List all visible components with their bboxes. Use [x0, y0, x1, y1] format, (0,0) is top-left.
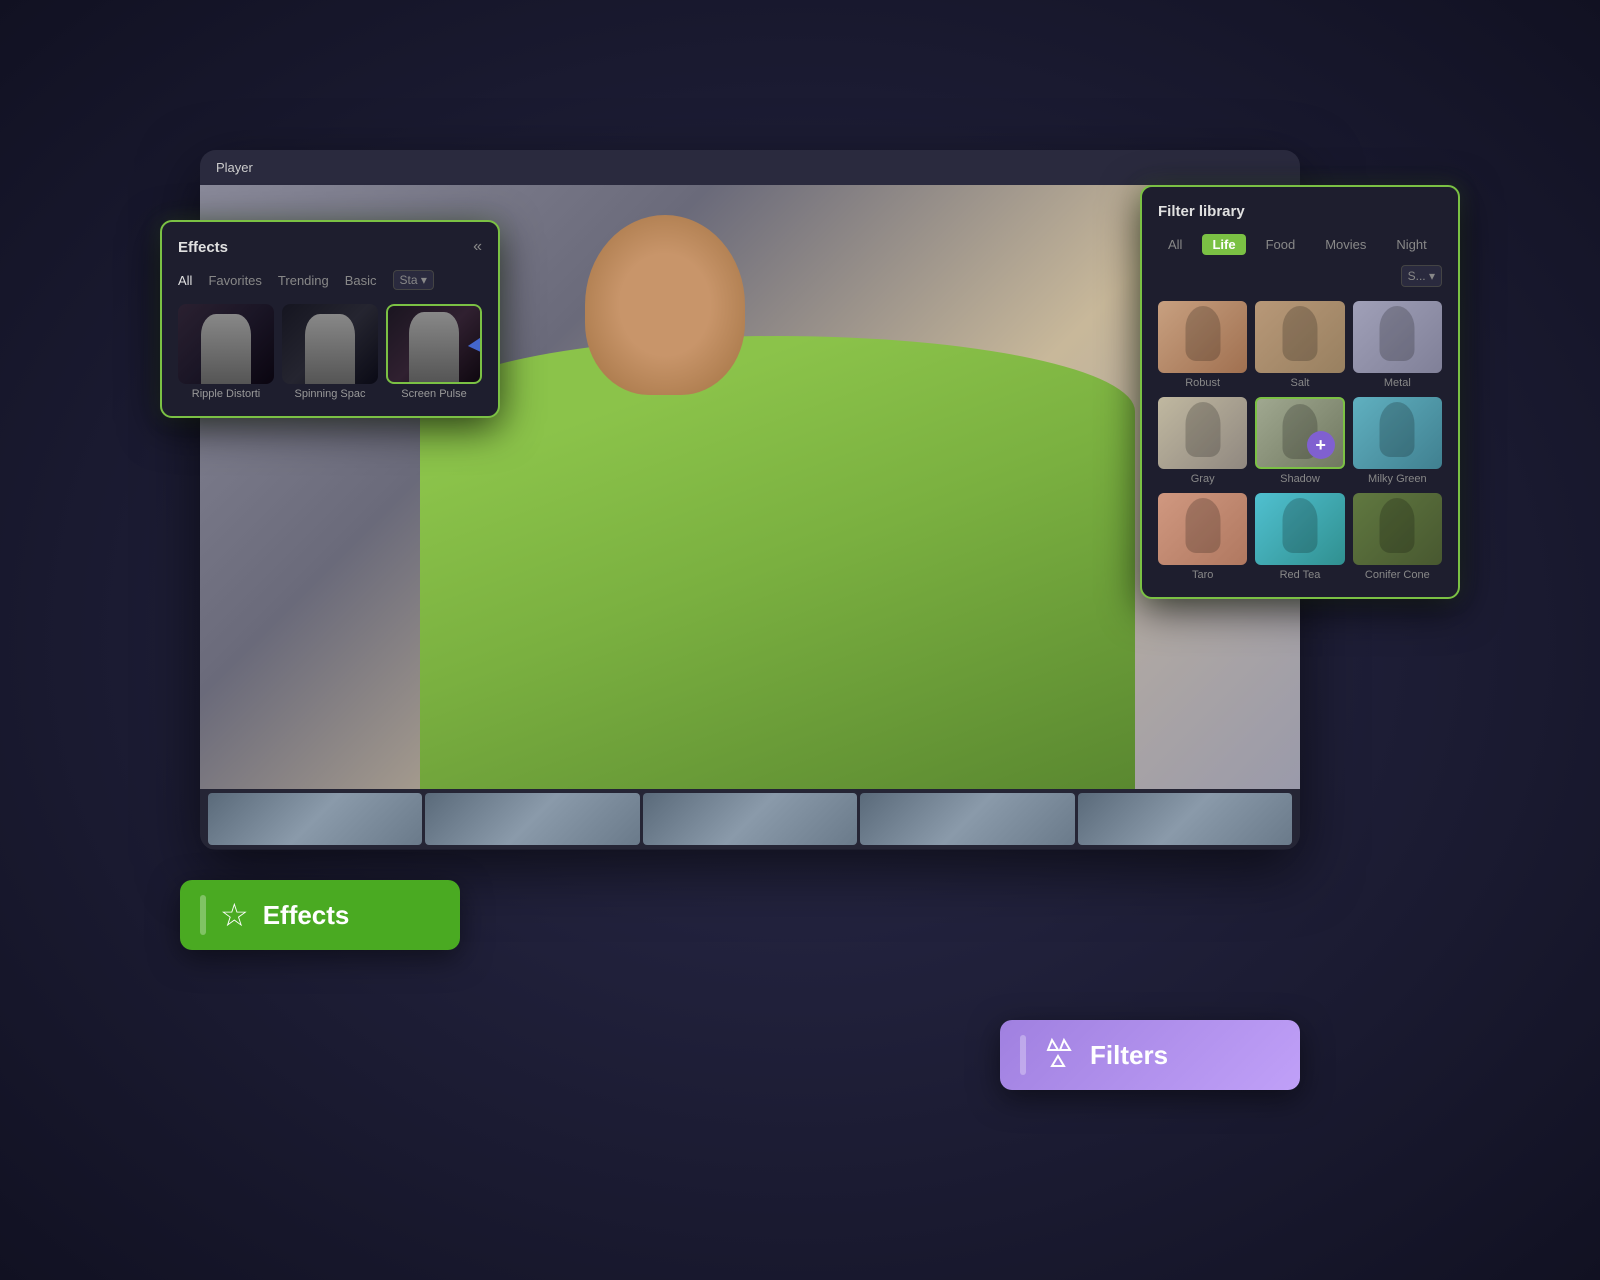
filter-item-taro[interactable]: Taro: [1158, 493, 1247, 581]
filter-item-redtea[interactable]: Red Tea: [1255, 493, 1344, 581]
effects-grid: Ripple Distorti Spinning Spac Screen Pul…: [178, 304, 482, 400]
filter-thumb-taro: [1158, 493, 1247, 565]
person-robust: [1185, 306, 1220, 361]
effect-label-ripple: Ripple Distorti: [178, 388, 274, 400]
filters-recycle-icon: [1040, 1034, 1076, 1077]
filter-thumb-milkygreen: [1353, 397, 1442, 469]
person-metal: [1380, 306, 1415, 361]
player-titlebar: Player: [200, 150, 1300, 185]
filter-item-conifercone[interactable]: Conifer Cone: [1353, 493, 1442, 581]
filters-badge-label: Filters: [1090, 1040, 1168, 1071]
strip-thumb-4: [860, 793, 1074, 845]
figure-spinning: [305, 314, 355, 384]
filter-label-shadow: Shadow: [1255, 473, 1344, 485]
effect-item-spinning[interactable]: Spinning Spac: [282, 304, 378, 400]
filter-tab-movies[interactable]: Movies: [1315, 234, 1376, 255]
effect-thumb-ripple: [178, 304, 274, 384]
person-conifercone: [1380, 498, 1415, 553]
person-milkygreen: [1380, 402, 1415, 457]
scene: Player Effects « All Favorites Trending: [100, 90, 1500, 1190]
effects-collapse-button[interactable]: «: [473, 238, 482, 256]
filter-thumb-robust: [1158, 301, 1247, 373]
player-title: Player: [216, 160, 253, 175]
effects-panel: Effects « All Favorites Trending Basic S…: [160, 220, 500, 418]
strip-thumb-3: [643, 793, 857, 845]
woman-head: [585, 215, 745, 395]
filter-add-button[interactable]: +: [1307, 431, 1335, 459]
cursor-arrow: [468, 328, 482, 356]
effect-label-screenpulse: Screen Pulse: [386, 388, 482, 400]
filter-label-gray: Gray: [1158, 473, 1247, 485]
filters-badge[interactable]: Filters: [1000, 1020, 1300, 1090]
effect-item-ripple[interactable]: Ripple Distorti: [178, 304, 274, 400]
timeline-strip: [200, 789, 1300, 849]
filter-panel-header: Filter library: [1158, 203, 1442, 220]
effects-panel-header: Effects «: [178, 238, 482, 256]
figure-screenpulse: [409, 312, 459, 382]
filter-item-shadow[interactable]: + Shadow: [1255, 397, 1344, 485]
strip-thumb-5: [1078, 793, 1292, 845]
effect-thumb-spinning: [282, 304, 378, 384]
effects-tab-more-dropdown[interactable]: Sta ▾: [393, 270, 434, 290]
filter-thumb-gray: [1158, 397, 1247, 469]
filter-label-robust: Robust: [1158, 377, 1247, 389]
strip-thumb-2: [425, 793, 639, 845]
filter-panel-title: Filter library: [1158, 203, 1245, 220]
effects-tab-basic[interactable]: Basic: [345, 271, 377, 290]
person-gray: [1185, 402, 1220, 457]
filter-item-salt[interactable]: Salt: [1255, 301, 1344, 389]
filter-thumb-salt: [1255, 301, 1344, 373]
effects-panel-title: Effects: [178, 239, 228, 256]
filter-label-metal: Metal: [1353, 377, 1442, 389]
filter-item-gray[interactable]: Gray: [1158, 397, 1247, 485]
filter-thumb-metal: [1353, 301, 1442, 373]
filter-tab-all[interactable]: All: [1158, 234, 1192, 255]
person-redtea: [1282, 498, 1317, 553]
effect-label-spinning: Spinning Spac: [282, 388, 378, 400]
effects-tab-favorites[interactable]: Favorites: [208, 271, 261, 290]
effect-thumb-screenpulse: [386, 304, 482, 384]
effects-badge-label: Effects: [263, 900, 350, 931]
filter-tab-food[interactable]: Food: [1256, 234, 1306, 255]
filter-label-redtea: Red Tea: [1255, 569, 1344, 581]
filter-label-milkygreen: Milky Green: [1353, 473, 1442, 485]
filter-thumb-shadow: +: [1255, 397, 1344, 469]
effects-badge-handle: [200, 895, 206, 935]
filter-item-milkygreen[interactable]: Milky Green: [1353, 397, 1442, 485]
person-taro: [1185, 498, 1220, 553]
effects-tabs: All Favorites Trending Basic Sta ▾: [178, 270, 482, 290]
filter-label-salt: Salt: [1255, 377, 1344, 389]
filter-label-taro: Taro: [1158, 569, 1247, 581]
strip-thumb-1: [208, 793, 422, 845]
filter-item-metal[interactable]: Metal: [1353, 301, 1442, 389]
woman-body: [420, 336, 1135, 789]
filter-tab-night[interactable]: Night: [1386, 234, 1436, 255]
filter-panel: Filter library All Life Food Movies Nigh…: [1140, 185, 1460, 599]
figure-ripple: [201, 314, 251, 384]
filter-item-robust[interactable]: Robust: [1158, 301, 1247, 389]
person-salt: [1282, 306, 1317, 361]
effects-tab-trending[interactable]: Trending: [278, 271, 329, 290]
filters-badge-handle: [1020, 1035, 1026, 1075]
effects-star-icon: ☆: [220, 896, 249, 934]
filter-thumb-conifercone: [1353, 493, 1442, 565]
effects-badge[interactable]: ☆ Effects: [180, 880, 460, 950]
filter-tabs: All Life Food Movies Night S... ▾: [1158, 234, 1442, 287]
filter-thumb-redtea: [1255, 493, 1344, 565]
filter-tab-life[interactable]: Life: [1202, 234, 1245, 255]
filter-label-conifercone: Conifer Cone: [1353, 569, 1442, 581]
effect-item-screenpulse[interactable]: Screen Pulse: [386, 304, 482, 400]
filter-grid: Robust Salt Metal Gray: [1158, 301, 1442, 581]
filter-tab-more-dropdown[interactable]: S... ▾: [1401, 265, 1442, 287]
effects-tab-all[interactable]: All: [178, 271, 192, 290]
